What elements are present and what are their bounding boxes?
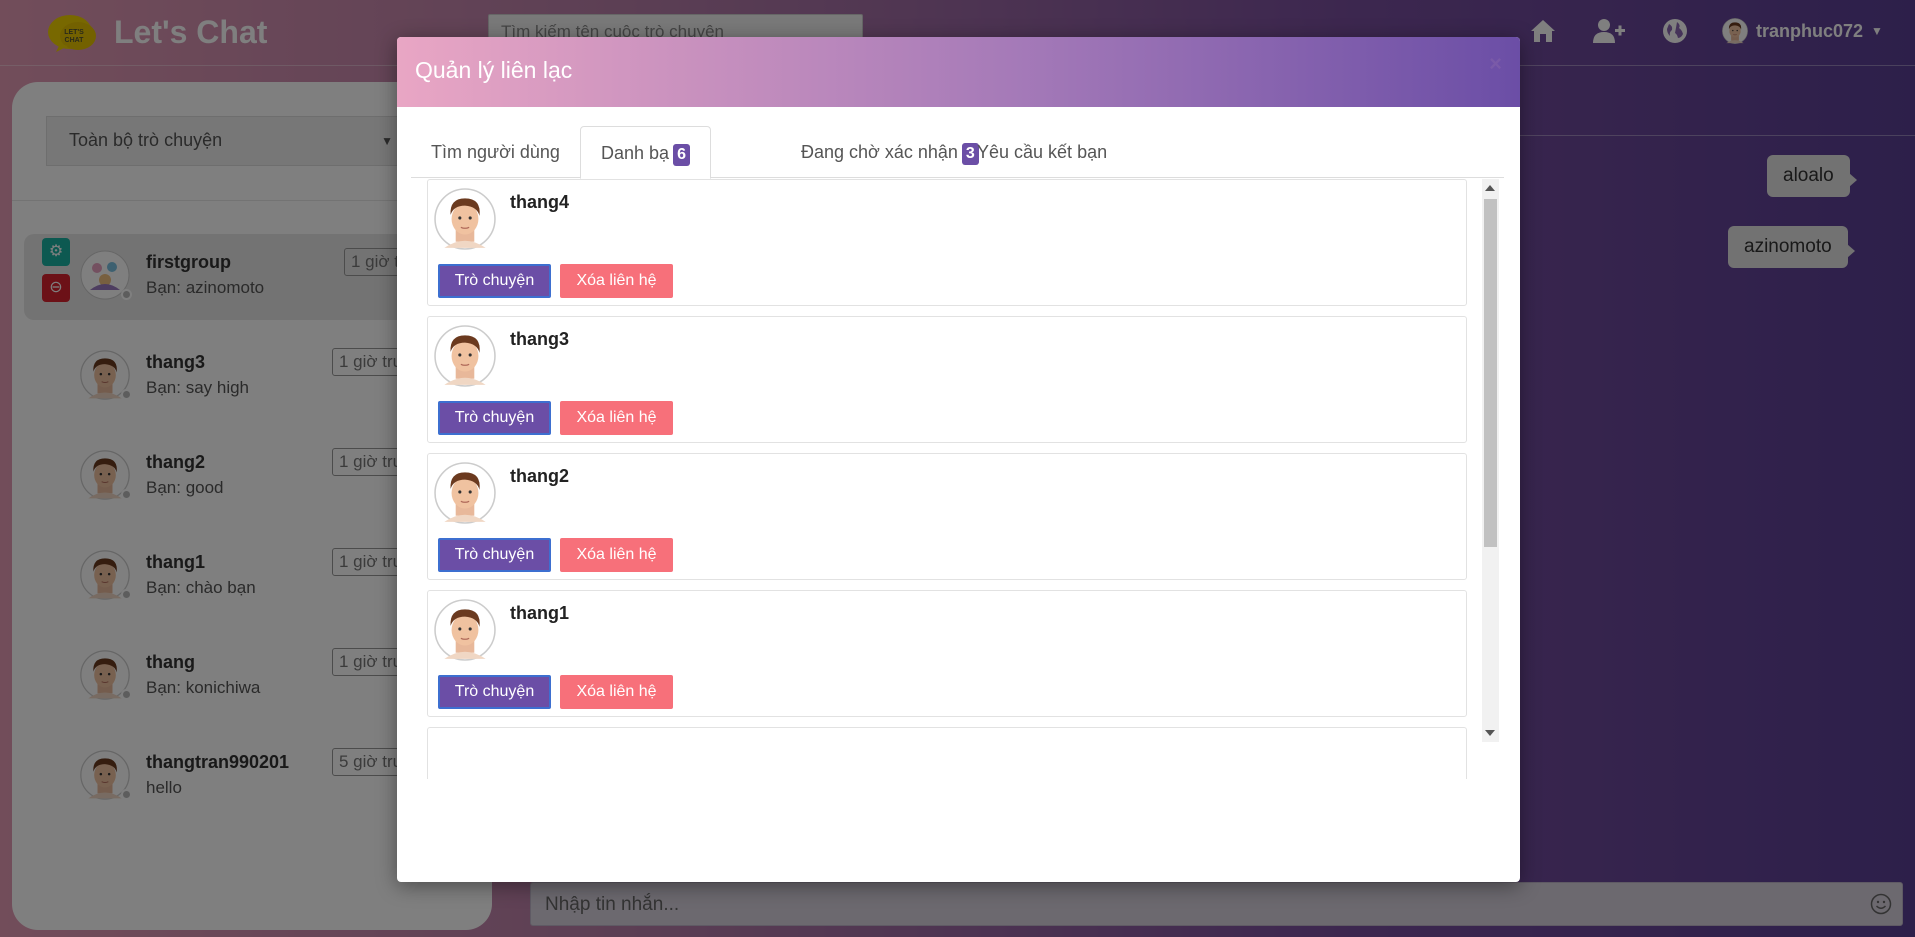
count-badge: 6 [673, 144, 690, 166]
tab-label: Yêu cầu kết bạn [977, 142, 1108, 162]
contact-list: thang4 Trò chuyện Xóa liên hệ thang3 Trò… [423, 179, 1478, 779]
contact-card: thang4 Trò chuyện Xóa liên hệ [427, 179, 1467, 306]
tab-label: Danh bạ [601, 143, 670, 163]
close-icon[interactable]: × [1489, 51, 1502, 77]
avatar [434, 188, 496, 250]
contact-name: thang1 [510, 603, 570, 623]
tab-label: Đang chờ xác nhận [801, 142, 958, 162]
chat-button[interactable]: Trò chuyện [438, 401, 551, 435]
avatar [434, 462, 496, 524]
chat-button[interactable]: Trò chuyện [438, 675, 551, 709]
chat-button[interactable]: Trò chuyện [438, 538, 551, 572]
chat-button[interactable]: Trò chuyện [438, 264, 551, 298]
delete-contact-button[interactable]: Xóa liên hệ [560, 538, 673, 572]
scroll-up-icon[interactable] [1485, 185, 1495, 191]
tab-label: Tìm người dùng [431, 142, 560, 162]
modal-header: Quản lý liên lạc × [397, 37, 1520, 107]
modal-title: Quản lý liên lạc [415, 57, 573, 83]
delete-contact-button[interactable]: Xóa liên hệ [560, 401, 673, 435]
contact-card: thang3 Trò chuyện Xóa liên hệ [427, 316, 1467, 443]
avatar [434, 599, 496, 661]
modal-tabs: Tìm người dùng Danh bạ 6 Đang chờ xác nhậ… [411, 126, 1504, 179]
delete-contact-button[interactable]: Xóa liên hệ [560, 675, 673, 709]
contact-list-scrollbar[interactable] [1482, 179, 1499, 742]
delete-contact-button[interactable]: Xóa liên hệ [560, 264, 673, 298]
contact-name: thang4 [510, 192, 570, 212]
contact-name: thang3 [510, 329, 570, 349]
scrollbar-thumb[interactable] [1484, 199, 1497, 547]
tab-friend-requests[interactable]: Yêu cầu kết bạn [957, 126, 1127, 178]
tab-find-users[interactable]: Tìm người dùng [411, 126, 580, 178]
scroll-down-icon[interactable] [1485, 730, 1495, 736]
contact-card [427, 727, 1467, 779]
tab-contacts[interactable]: Danh bạ 6 [580, 126, 711, 179]
contact-name: thang2 [510, 466, 570, 486]
contact-management-modal: Quản lý liên lạc × Tìm người dùng Danh b… [397, 37, 1520, 882]
contact-card: thang1 Trò chuyện Xóa liên hệ [427, 590, 1467, 717]
avatar [434, 325, 496, 387]
contact-card: thang2 Trò chuyện Xóa liên hệ [427, 453, 1467, 580]
